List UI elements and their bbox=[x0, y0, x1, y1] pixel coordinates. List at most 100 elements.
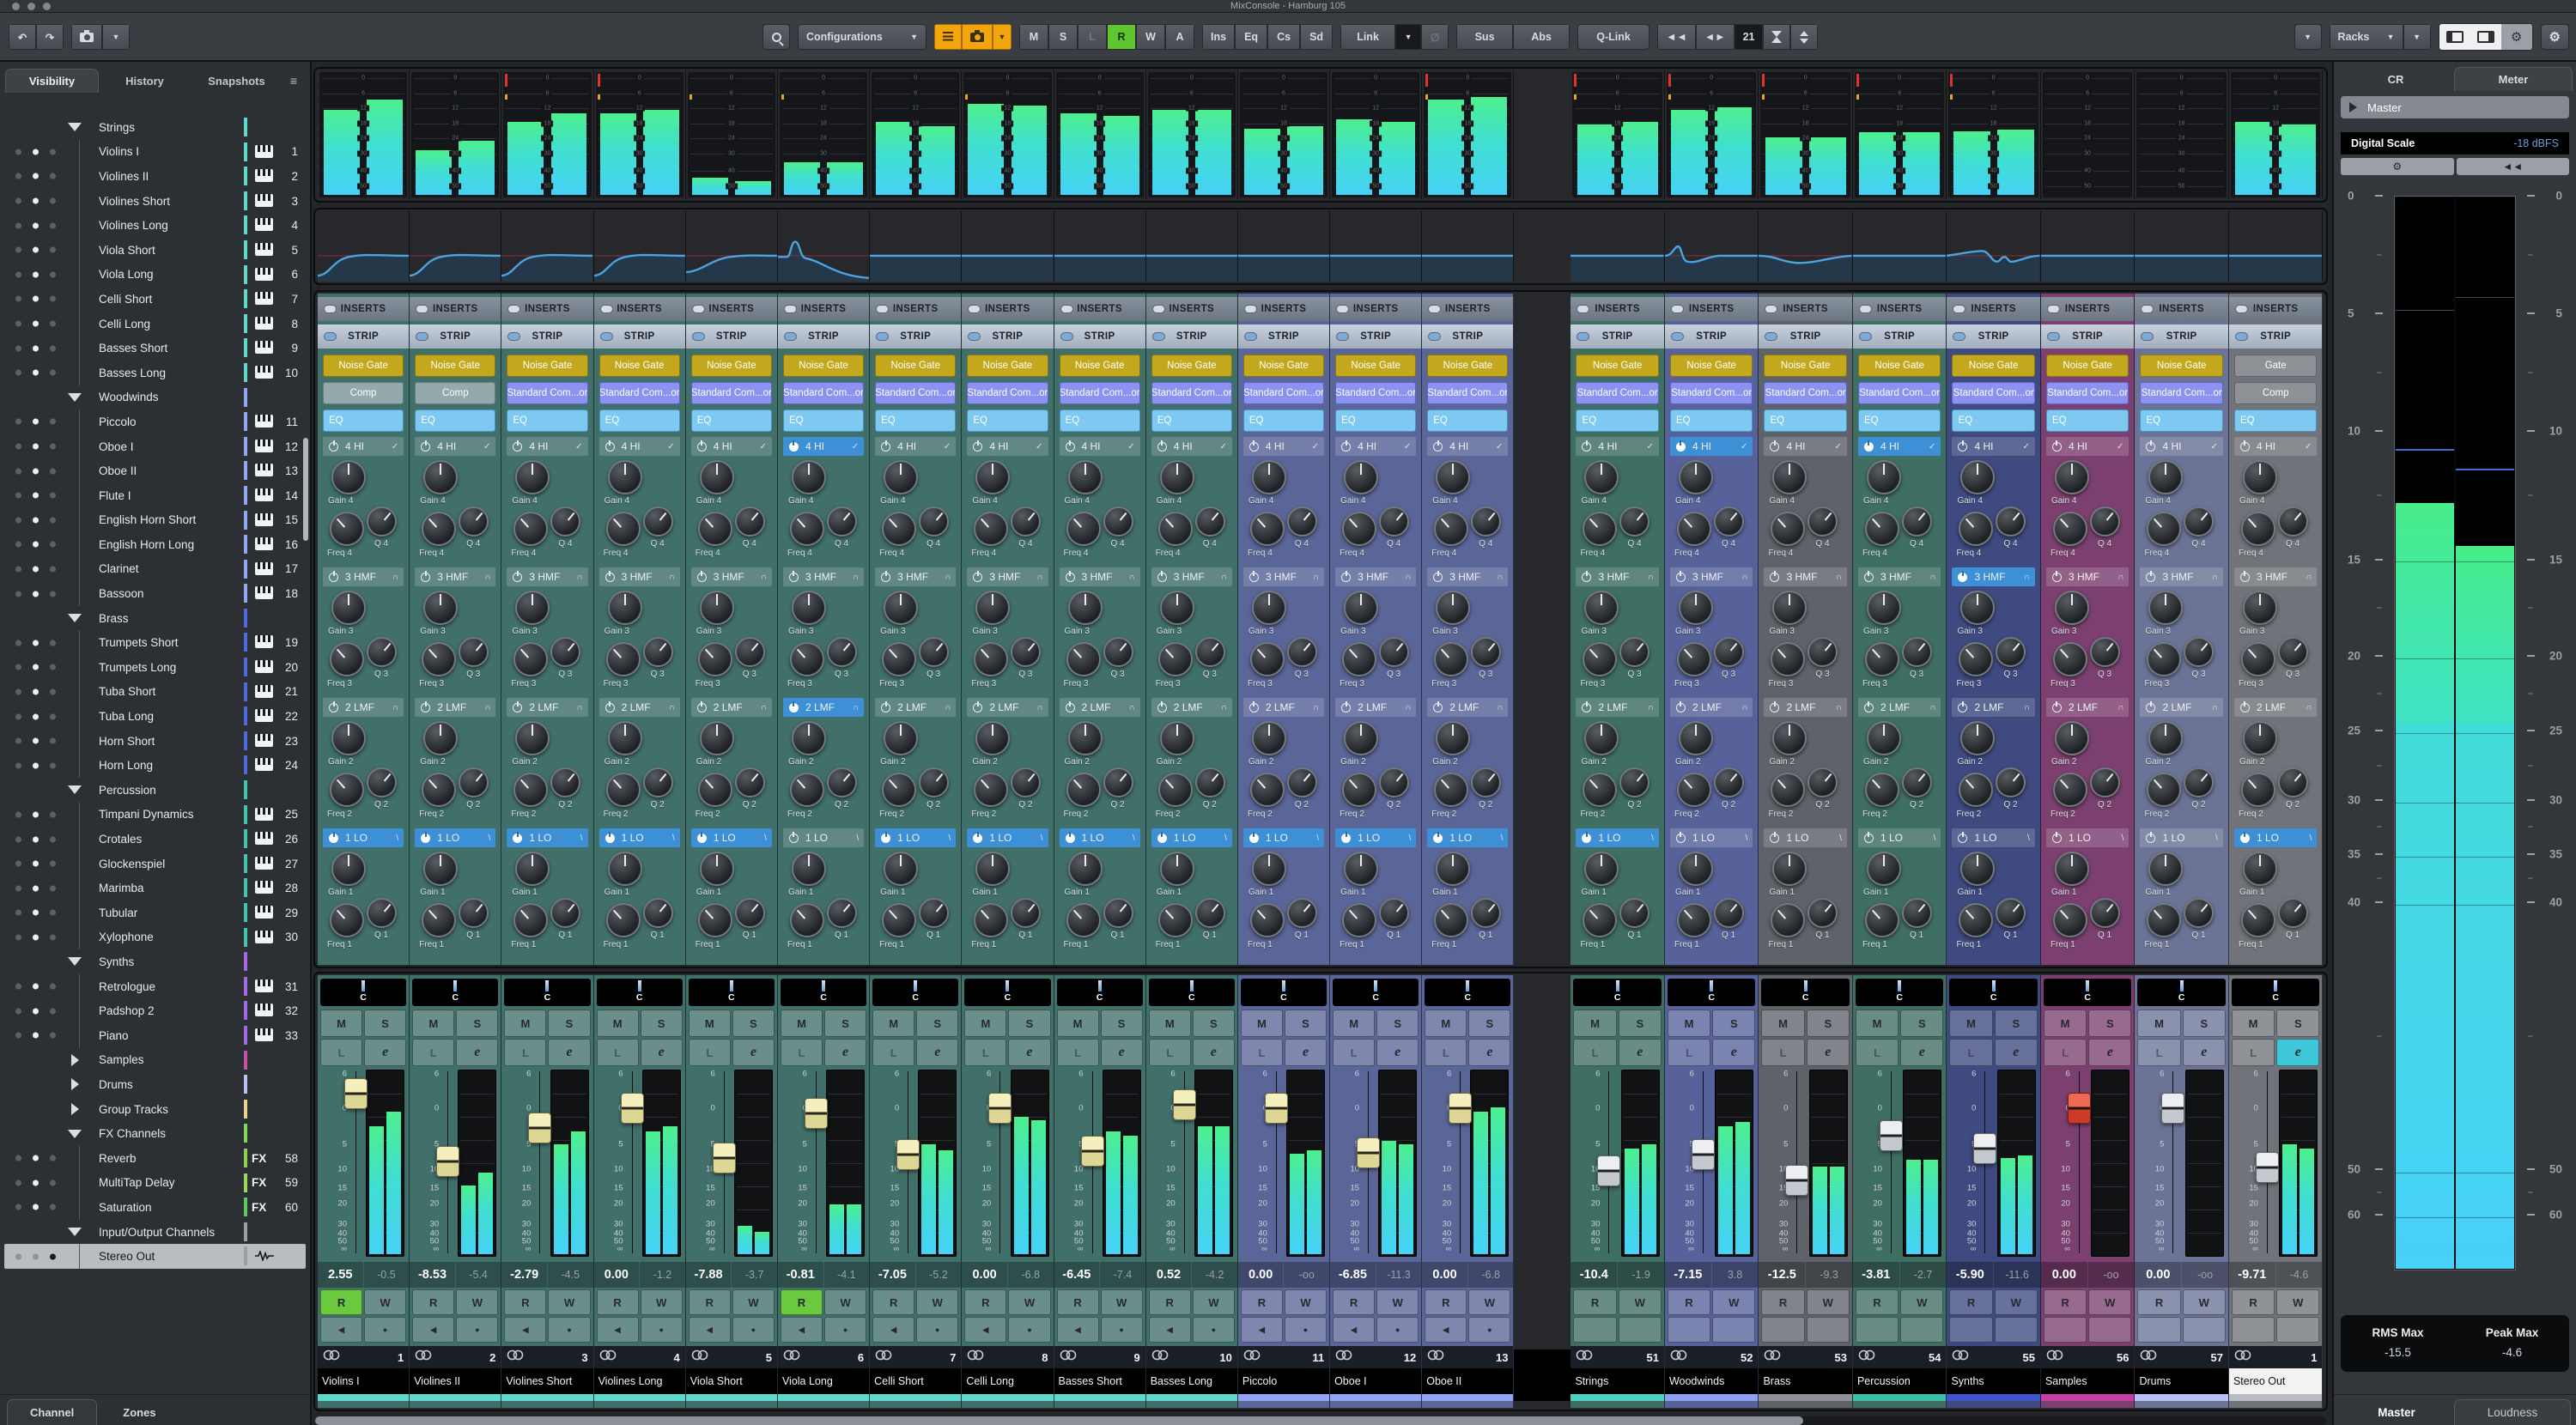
inserts-header[interactable]: INSERTS bbox=[1422, 297, 1514, 321]
band-power-icon[interactable] bbox=[421, 570, 431, 582]
q-knob[interactable] bbox=[459, 767, 489, 797]
channel-number-row[interactable]: 56 bbox=[2040, 1346, 2135, 1368]
channel-eq-curve[interactable] bbox=[1237, 211, 1331, 282]
gain-knob[interactable] bbox=[2054, 591, 2089, 625]
visibility-dots[interactable] bbox=[15, 295, 56, 302]
gate-slot[interactable]: Noise Gate bbox=[1242, 355, 1325, 377]
gain-knob[interactable] bbox=[331, 852, 366, 886]
listen-button[interactable]: L bbox=[412, 1039, 455, 1066]
record-enable-button[interactable]: ● bbox=[456, 1317, 499, 1343]
clip-indicator[interactable] bbox=[1668, 74, 1671, 87]
fader-handle[interactable] bbox=[1691, 1139, 1715, 1171]
gain-knob[interactable] bbox=[884, 591, 919, 625]
monitor-button[interactable] bbox=[1761, 1317, 1805, 1343]
eq-band-4-header[interactable]: 4 HI ✓ bbox=[2140, 437, 2223, 456]
gain-knob[interactable] bbox=[2054, 852, 2089, 886]
channel-number-row[interactable]: 1 bbox=[318, 1346, 410, 1368]
band-power-icon[interactable] bbox=[1249, 831, 1259, 843]
freq-knob[interactable] bbox=[1771, 512, 1806, 546]
fader-value[interactable]: 0.52 bbox=[1146, 1262, 1193, 1288]
channel-eq-curve[interactable] bbox=[870, 211, 963, 282]
visibility-dot[interactable] bbox=[15, 640, 21, 646]
visibility-dot[interactable] bbox=[33, 1204, 39, 1210]
compressor-slot[interactable]: Standard Com...or bbox=[2045, 382, 2129, 404]
freq-knob[interactable] bbox=[513, 773, 549, 807]
visibility-dot[interactable] bbox=[33, 295, 39, 302]
freq-knob[interactable] bbox=[1342, 642, 1377, 676]
visibility-dot[interactable] bbox=[15, 1032, 21, 1039]
q-knob[interactable] bbox=[1286, 767, 1317, 797]
band-power-icon[interactable] bbox=[1433, 440, 1443, 452]
freq-knob[interactable] bbox=[697, 512, 732, 546]
band-power-icon[interactable] bbox=[973, 440, 983, 452]
strip-header[interactable]: STRIP bbox=[1237, 324, 1330, 349]
read-automation-button[interactable]: R bbox=[2231, 1289, 2275, 1315]
eq-slot[interactable]: EQ bbox=[875, 409, 957, 432]
toolbar-m-button[interactable]: M bbox=[1019, 24, 1048, 50]
eq-band-2-header[interactable]: 2 LMF ∩ bbox=[1764, 698, 1847, 717]
fader-handle[interactable] bbox=[988, 1092, 1012, 1124]
tab-channel[interactable]: Channel bbox=[7, 1399, 98, 1425]
band-power-icon[interactable] bbox=[1958, 700, 1968, 712]
pan-control[interactable]: C bbox=[2137, 979, 2226, 1006]
pan-control[interactable]: C bbox=[2231, 979, 2320, 1006]
freq-knob[interactable] bbox=[882, 773, 917, 807]
q-knob[interactable] bbox=[1996, 898, 2026, 928]
mute-button[interactable]: M bbox=[1573, 1010, 1617, 1037]
band-power-icon[interactable] bbox=[329, 440, 338, 452]
channel-number-row[interactable]: 13 bbox=[1422, 1346, 1514, 1368]
settings-button[interactable]: ⚙ bbox=[2540, 24, 2569, 50]
freq-knob[interactable] bbox=[1249, 642, 1285, 676]
q-knob[interactable] bbox=[367, 506, 397, 537]
fader-value[interactable]: -3.81 bbox=[1853, 1262, 1900, 1288]
sidebar-menu-icon[interactable]: ≡ bbox=[283, 69, 305, 93]
compressor-slot[interactable]: Comp bbox=[323, 382, 404, 404]
visibility-dot[interactable] bbox=[50, 762, 56, 769]
band-power-icon[interactable] bbox=[2146, 570, 2156, 582]
sidebar-item-crotales[interactable]: Crotales 26 bbox=[4, 827, 306, 852]
q-knob[interactable] bbox=[2089, 506, 2120, 537]
visibility-dot[interactable] bbox=[15, 860, 21, 867]
visibility-dot[interactable] bbox=[50, 197, 56, 204]
eq-band-1-header[interactable]: 1 LO \ bbox=[323, 828, 404, 847]
freq-knob[interactable] bbox=[2052, 773, 2087, 807]
channel-eq-curve[interactable] bbox=[593, 211, 686, 282]
visibility-dot[interactable] bbox=[33, 640, 39, 646]
band-power-icon[interactable] bbox=[1863, 831, 1874, 843]
gate-slot[interactable]: Noise Gate bbox=[1764, 355, 1847, 377]
visibility-dot[interactable] bbox=[15, 1155, 21, 1161]
q-knob[interactable] bbox=[367, 637, 397, 667]
eq-slot[interactable]: EQ bbox=[1059, 409, 1140, 432]
visibility-dot[interactable] bbox=[15, 173, 21, 179]
freq-knob[interactable] bbox=[2052, 512, 2087, 546]
go-first-channel-button[interactable]: ◄◄ bbox=[1657, 24, 1696, 50]
band-power-icon[interactable] bbox=[2051, 570, 2062, 582]
expand-arrow-icon[interactable] bbox=[71, 1078, 79, 1091]
q-knob[interactable] bbox=[550, 898, 581, 928]
peak-value[interactable]: -2.7 bbox=[1900, 1262, 1947, 1288]
q-knob[interactable] bbox=[734, 637, 765, 667]
channel-eq-curve[interactable] bbox=[501, 211, 594, 282]
fader-handle[interactable] bbox=[804, 1098, 828, 1130]
monitor-button[interactable]: ◀ bbox=[780, 1317, 823, 1343]
solo-button[interactable]: S bbox=[1376, 1010, 1419, 1037]
channel-eq-curve[interactable] bbox=[1330, 211, 1423, 282]
sidebar-group-synths[interactable]: Synths bbox=[4, 949, 306, 974]
fader-value[interactable]: -0.81 bbox=[778, 1262, 824, 1288]
inserts-header[interactable]: INSERTS bbox=[1054, 297, 1145, 321]
freq-knob[interactable] bbox=[2240, 903, 2275, 937]
visibility-dot[interactable] bbox=[33, 762, 39, 769]
gain-knob[interactable] bbox=[331, 721, 366, 755]
sidebar-item-violines-long[interactable]: Violines Long 4 bbox=[4, 213, 306, 238]
pan-control[interactable]: C bbox=[1425, 979, 1511, 1006]
visibility-dot[interactable] bbox=[15, 811, 21, 818]
eq-band-1-header[interactable]: 1 LO \ bbox=[1335, 828, 1417, 847]
mute-button[interactable]: M bbox=[596, 1010, 639, 1037]
channel-name[interactable]: Percussion bbox=[1852, 1368, 1947, 1394]
read-automation-button[interactable]: R bbox=[1148, 1289, 1191, 1315]
edit-channel-settings-button[interactable]: e bbox=[1192, 1039, 1235, 1066]
compressor-slot[interactable]: Standard Com...or bbox=[1335, 382, 1417, 404]
fader-value[interactable]: 0.00 bbox=[1238, 1262, 1285, 1288]
freq-knob[interactable] bbox=[2240, 773, 2275, 807]
peak-value[interactable]: -7.4 bbox=[1100, 1262, 1145, 1288]
